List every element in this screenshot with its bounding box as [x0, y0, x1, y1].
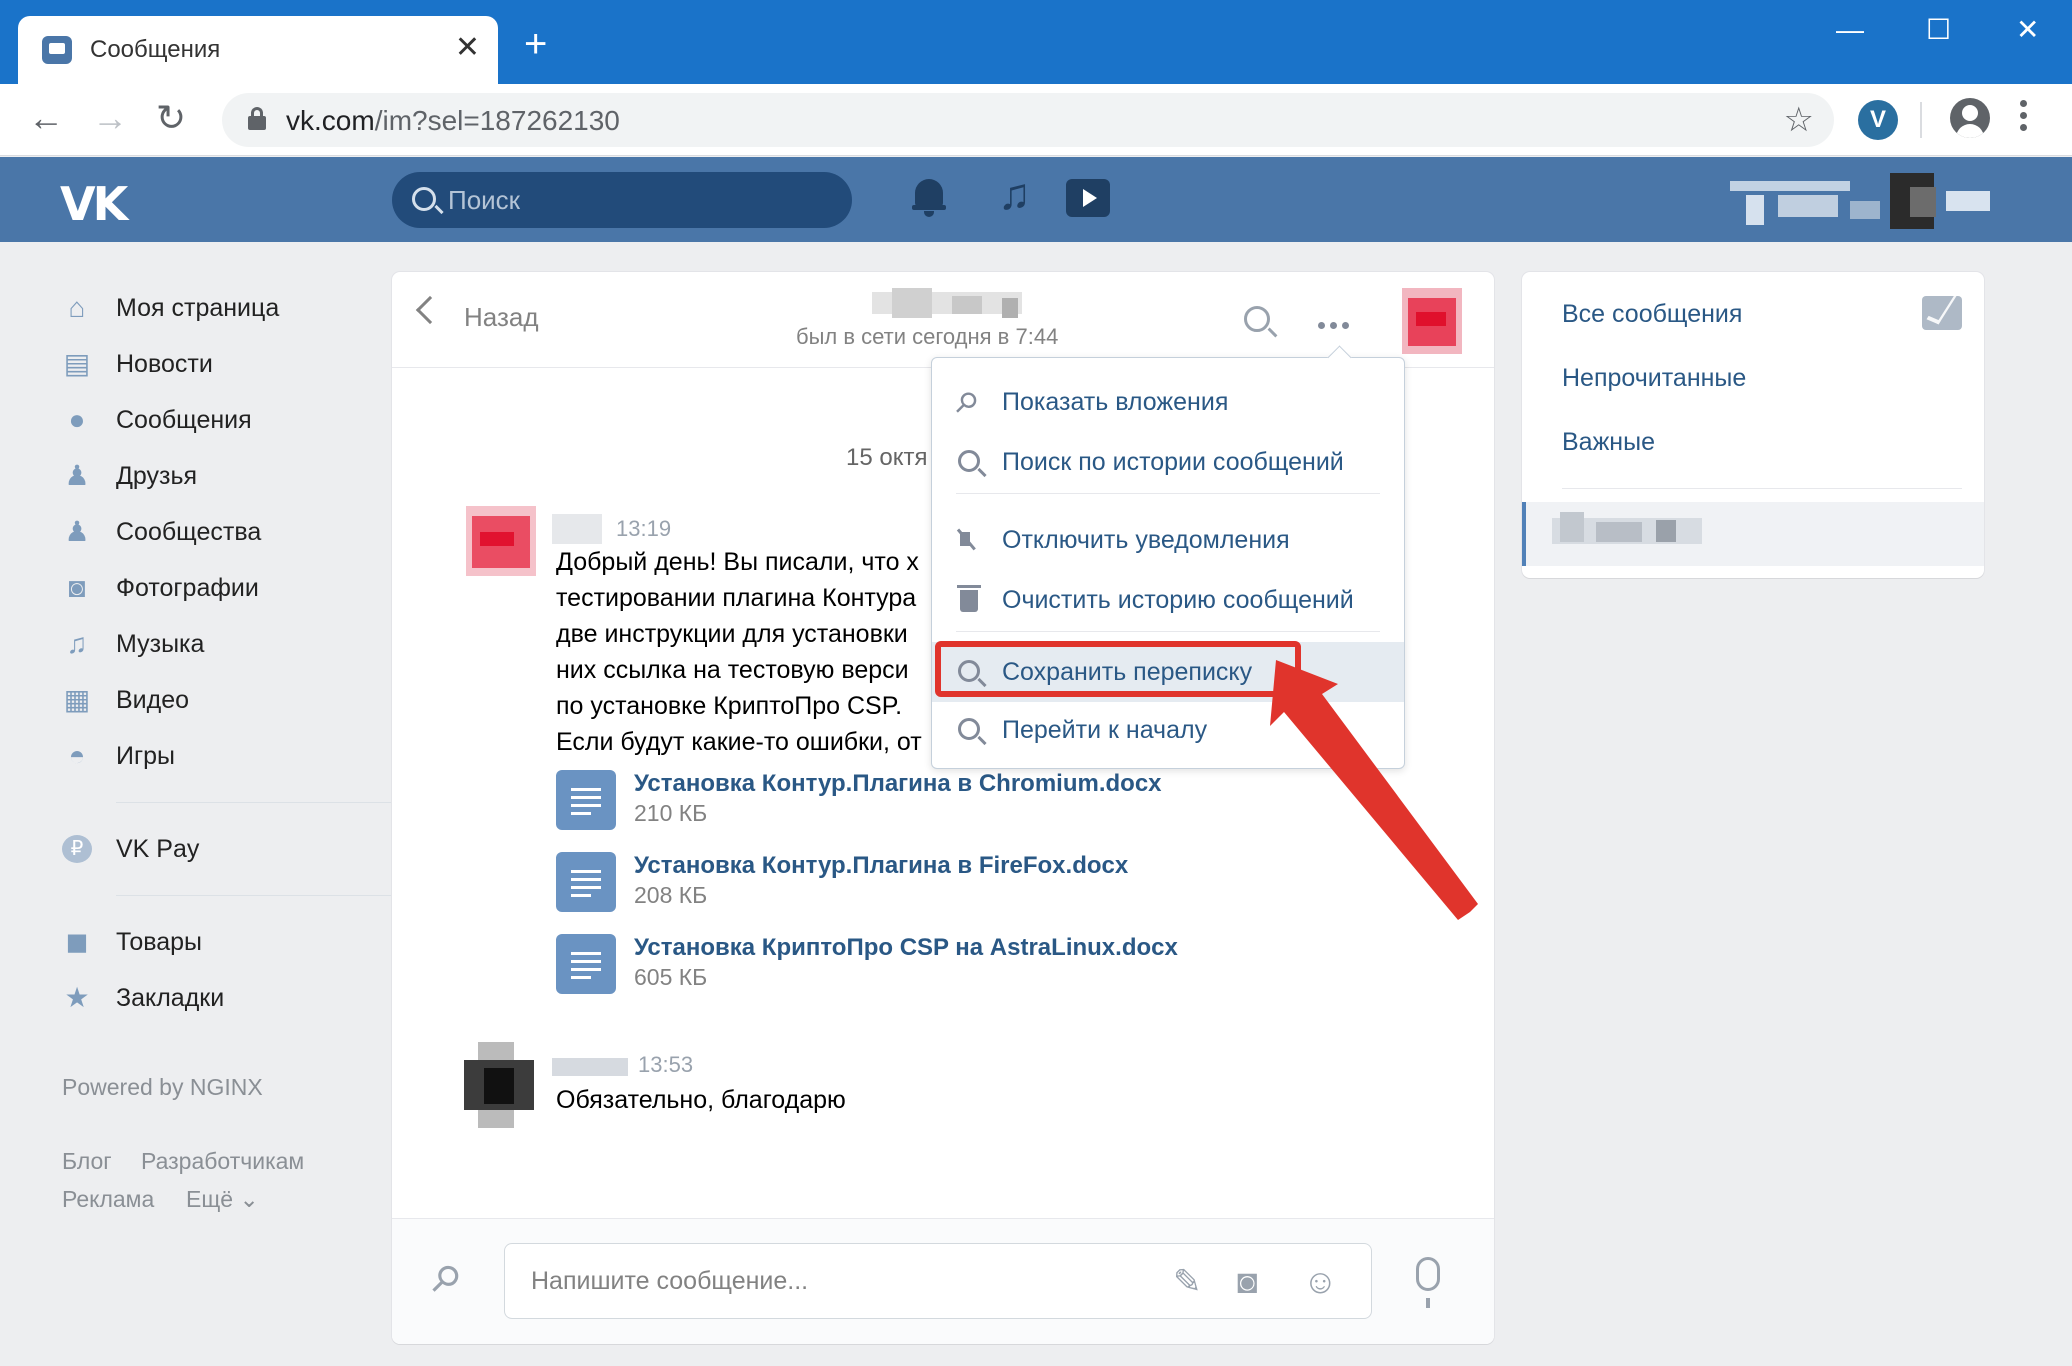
filter-important[interactable]: Важные: [1562, 428, 1655, 457]
filter-unread[interactable]: Непрочитанные: [1562, 364, 1746, 393]
filter-divider: [1562, 488, 1962, 489]
envelope-icon[interactable]: [1922, 296, 1962, 330]
conversations-filter-panel: Все сообщения Непрочитанные Важные: [1522, 272, 1984, 578]
selected-conversation[interactable]: [1522, 502, 1984, 566]
annotation-arrow: [1270, 660, 1478, 920]
filter-all-messages[interactable]: Все сообщения: [1562, 300, 1742, 329]
